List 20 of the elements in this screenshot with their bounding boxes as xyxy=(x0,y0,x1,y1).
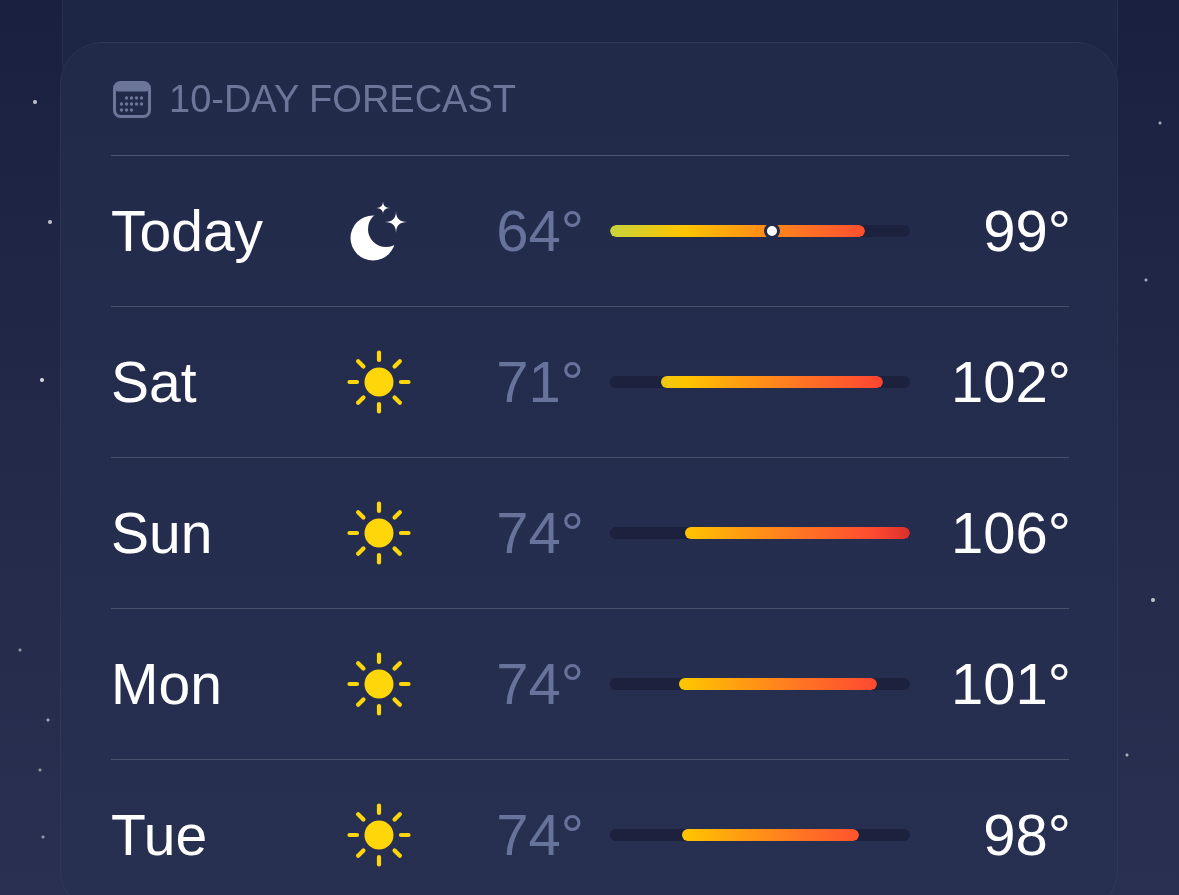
forecast-title: 10-DAY FORECAST xyxy=(169,80,516,118)
low-temperature: 74° xyxy=(496,806,584,864)
sun-icon xyxy=(346,500,412,566)
sun-icon xyxy=(346,651,412,717)
day-label: Sat xyxy=(111,353,198,411)
day-label: Tue xyxy=(111,806,209,864)
low-temperature: 74° xyxy=(496,504,584,562)
low-temperature: 74° xyxy=(496,655,584,713)
low-temperature: 64° xyxy=(496,202,584,260)
high-temperature: 106° xyxy=(951,504,1071,562)
high-temperature: 98° xyxy=(983,806,1071,864)
high-temperature: 101° xyxy=(951,655,1071,713)
day-label: Sun xyxy=(111,504,214,562)
sun-icon xyxy=(346,349,412,415)
day-label: Mon xyxy=(111,655,223,713)
high-temperature: 99° xyxy=(983,202,1071,260)
calendar-icon xyxy=(113,80,151,118)
high-temperature: 102° xyxy=(951,353,1071,411)
low-temperature: 71° xyxy=(496,353,584,411)
sun-icon xyxy=(346,802,412,868)
